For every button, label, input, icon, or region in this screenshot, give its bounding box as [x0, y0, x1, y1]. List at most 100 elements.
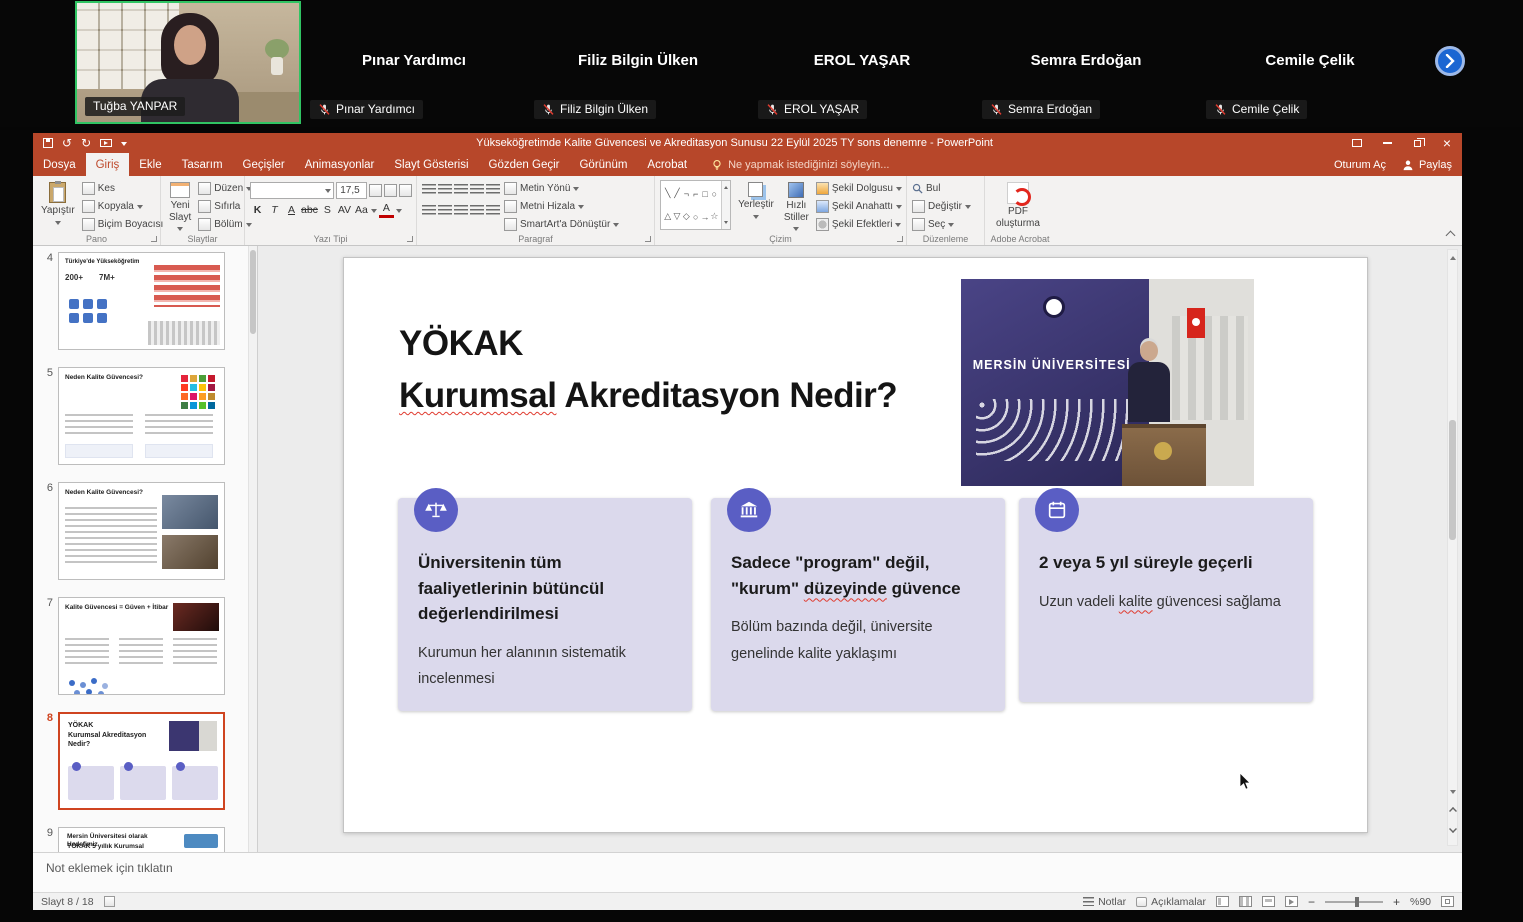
pdf-create-button[interactable]: PDF oluşturma [990, 180, 1046, 231]
find-button[interactable]: Bul [912, 180, 980, 197]
select-button[interactable]: Seç [912, 216, 980, 233]
arrange-button[interactable]: Yerleştir [735, 180, 777, 222]
decrease-indent-icon[interactable] [454, 184, 468, 196]
collapse-ribbon-button[interactable] [1446, 231, 1456, 241]
share-button[interactable]: Paylaş [1402, 159, 1452, 171]
tab-animasyonlar[interactable]: Animasyonlar [295, 153, 385, 176]
tab-gecisler[interactable]: Geçişler [233, 153, 295, 176]
spellcheck-icon[interactable] [104, 896, 115, 907]
italic-button[interactable]: T [267, 202, 282, 218]
tab-slayt-gosterisi[interactable]: Slayt Gösterisi [384, 153, 478, 176]
tab-acrobat[interactable]: Acrobat [637, 153, 697, 176]
font-dialog-launcher[interactable] [407, 236, 413, 242]
tab-giris[interactable]: Giriş [86, 153, 130, 176]
increase-indent-icon[interactable] [470, 184, 484, 196]
scrollbar-thumb[interactable] [1449, 420, 1456, 540]
shrink-font-icon[interactable] [384, 184, 397, 197]
new-slide-button[interactable]: Yeni Slayt [166, 180, 194, 234]
paragraph-dialog-launcher[interactable] [645, 236, 651, 242]
save-icon[interactable] [43, 138, 53, 148]
change-case-button[interactable]: Aa [354, 202, 369, 218]
tell-me-box[interactable]: Ne yapmak istediğinizi söyleyin... [711, 159, 889, 171]
align-text-button[interactable]: Metni Hizala [504, 198, 619, 215]
zoom-in-button[interactable]: + [1393, 895, 1400, 909]
slide-title[interactable]: YÖKAK Kurumsal Akreditasyon Nedir? [399, 318, 897, 422]
slideshow-view-button[interactable] [1285, 896, 1298, 907]
numbering-icon[interactable] [438, 184, 452, 196]
line-spacing-icon[interactable] [486, 184, 500, 196]
replace-button[interactable]: Değiştir [912, 198, 980, 215]
bullets-icon[interactable] [422, 184, 436, 196]
ribbon-display-options-button[interactable] [1342, 133, 1372, 153]
shape-elbow-icon[interactable]: ¬ [684, 189, 689, 199]
slide-photo[interactable]: MERSİN ÜNİVERSİTESİ [961, 279, 1254, 486]
text-direction-button[interactable]: Metin Yönü [504, 180, 619, 197]
shape-circle-icon[interactable]: ○ [693, 212, 698, 222]
copy-button[interactable]: Kopyala [82, 198, 164, 215]
video-tile[interactable]: Semra Erdoğan Semra Erdoğan [974, 0, 1198, 125]
redo-icon[interactable]: ↻ [81, 137, 91, 149]
shape-ellipse-icon[interactable]: ○ [712, 189, 717, 199]
font-color-button[interactable]: A [379, 202, 394, 218]
slide-thumbnail-4[interactable]: 4 Türkiye'de Yükseköğretim 200+ 7M+ [37, 252, 225, 350]
fit-slide-to-window-button[interactable] [1441, 896, 1454, 907]
info-card-3[interactable]: 2 veya 5 yıl süreyle geçerli Uzun vadeli… [1019, 498, 1313, 702]
tab-ekle[interactable]: Ekle [129, 153, 171, 176]
slide-thumbnail-6[interactable]: 6 Neden Kalite Güvencesi? [37, 482, 225, 580]
shape-effects-button[interactable]: Şekil Efektleri [816, 216, 902, 233]
clipboard-dialog-launcher[interactable] [151, 236, 157, 242]
underline-button[interactable]: A [284, 202, 299, 218]
columns-icon[interactable] [486, 205, 500, 217]
notes-pane[interactable]: Not eklemek için tıklatın [33, 852, 1462, 892]
video-tile[interactable]: Cemile Çelik Cemile Çelik [1198, 0, 1422, 125]
next-slide-button[interactable] [1449, 825, 1457, 833]
slide-thumbnail-8-selected[interactable]: 8 YÖKAK Kurumsal Akreditasyon Nedir? [37, 712, 225, 810]
smartart-button[interactable]: SmartArt'a Dönüştür [504, 216, 619, 233]
notes-toggle[interactable]: Notlar [1083, 896, 1126, 908]
strikethrough-button[interactable]: abc [301, 202, 318, 218]
bold-button[interactable]: K [250, 202, 265, 218]
undo-icon[interactable]: ↺ [62, 137, 72, 149]
align-left-icon[interactable] [422, 205, 436, 217]
info-card-2[interactable]: Sadece "program" değil, "kurum" düzeyind… [711, 498, 1005, 711]
shape-fill-button[interactable]: Şekil Dolgusu [816, 180, 902, 197]
scroll-up-arrow[interactable] [1450, 253, 1456, 260]
slide-scrollbar[interactable] [1447, 249, 1458, 846]
restore-button[interactable] [1402, 133, 1432, 153]
current-slide[interactable]: YÖKAK Kurumsal Akreditasyon Nedir? MERSİ… [343, 257, 1368, 833]
zoom-out-button[interactable]: − [1308, 895, 1315, 909]
shape-elbow2-icon[interactable]: ⌐ [693, 189, 698, 199]
shape-star-icon[interactable]: ☆ [710, 211, 718, 222]
shapes-gallery[interactable]: ╲ ╱ ¬ ⌐ □ ○ △ ▽ ◇ ○ → ☆ [660, 180, 731, 230]
sign-in-button[interactable]: Oturum Aç [1334, 159, 1386, 171]
justify-icon[interactable] [470, 205, 484, 217]
minimize-button[interactable] [1372, 133, 1402, 153]
align-center-icon[interactable] [438, 205, 452, 217]
character-spacing-button[interactable]: AV [337, 202, 352, 218]
tab-dosya[interactable]: Dosya [33, 153, 86, 176]
text-shadow-button[interactable]: S [320, 202, 335, 218]
slide-thumbnail-9[interactable]: 9 Mersin Üniversitesi olarak Hedefimiz Y… [37, 827, 225, 852]
shape-line2-icon[interactable]: ╱ [674, 188, 679, 199]
shape-rectangle-icon[interactable]: □ [702, 189, 707, 199]
reading-view-button[interactable] [1262, 896, 1275, 907]
shape-diamond-icon[interactable]: ◇ [683, 211, 690, 222]
zoom-slider-thumb[interactable] [1355, 897, 1359, 907]
cut-button[interactable]: Kes [82, 180, 164, 197]
format-painter-button[interactable]: Biçim Boyacısı [82, 216, 164, 233]
video-tile[interactable]: EROL YAŞAR EROL YAŞAR [750, 0, 974, 125]
start-slideshow-icon[interactable] [100, 139, 112, 147]
previous-slide-button[interactable] [1449, 807, 1457, 815]
shape-outline-button[interactable]: Şekil Anahattı [816, 198, 902, 215]
video-tile[interactable]: Pınar Yardımcı Pınar Yardımcı [302, 0, 526, 125]
scroll-down-arrow[interactable] [1450, 790, 1456, 797]
tab-tasarim[interactable]: Tasarım [172, 153, 233, 176]
shape-line-icon[interactable]: ╲ [665, 188, 670, 199]
next-participants-button[interactable] [1435, 46, 1465, 76]
drawing-dialog-launcher[interactable] [897, 236, 903, 242]
shape-triangle-down-icon[interactable]: ▽ [674, 211, 681, 222]
tab-gorunum[interactable]: Görünüm [569, 153, 637, 176]
thumbnail-scrollbar-thumb[interactable] [250, 250, 256, 334]
align-right-icon[interactable] [454, 205, 468, 217]
slide-sorter-view-button[interactable] [1239, 896, 1252, 907]
